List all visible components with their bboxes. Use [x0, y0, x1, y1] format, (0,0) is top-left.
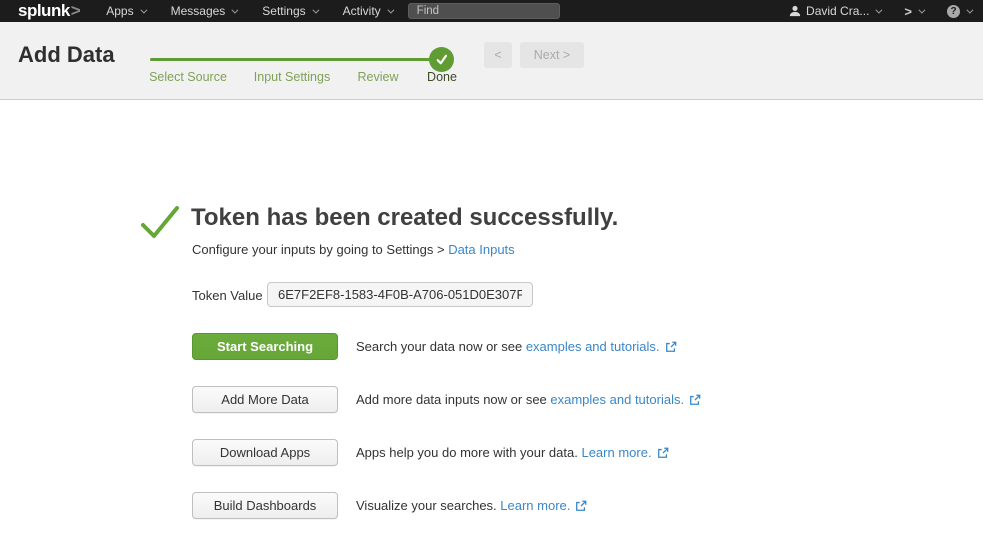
user-name: David Cra... — [806, 4, 869, 18]
download-apps-button[interactable]: Download Apps — [192, 439, 338, 466]
configure-subtext-prefix: Configure your inputs by going to Settin… — [192, 242, 448, 257]
external-link-icon — [657, 447, 669, 459]
help-menu[interactable]: ? — [947, 5, 971, 18]
chevron-down-icon — [312, 6, 319, 13]
chevron-down-icon — [966, 6, 973, 13]
action-row-build-dashboards: Build Dashboards Visualize your searches… — [192, 492, 892, 519]
external-link-icon — [689, 394, 701, 406]
user-icon — [789, 5, 801, 17]
nav-menu-activity[interactable]: Activity — [343, 4, 392, 18]
token-value-input[interactable] — [267, 282, 533, 307]
success-check-icon — [139, 203, 181, 241]
token-value-label: Token Value — [192, 288, 263, 303]
splunk-logo[interactable]: splunk > — [18, 1, 80, 21]
nav-menu-settings[interactable]: Settings — [262, 4, 316, 18]
step-input-settings: Input Settings — [254, 70, 330, 84]
examples-tutorials-link[interactable]: examples and tutorials. — [550, 392, 684, 407]
chevron-down-icon — [387, 6, 394, 13]
examples-tutorials-link[interactable]: examples and tutorials. — [526, 339, 660, 354]
nav-menu-apps[interactable]: Apps — [106, 4, 144, 18]
chevron-down-icon — [140, 6, 147, 13]
step-select-source: Select Source — [149, 70, 227, 84]
prev-button[interactable]: < — [484, 42, 512, 68]
learn-more-link[interactable]: Learn more. — [581, 445, 651, 460]
action-text: Apps help you do more with your data. — [356, 445, 581, 460]
action-row-add-more-data: Add More Data Add more data inputs now o… — [192, 386, 892, 413]
action-text: Add more data inputs now or see — [356, 392, 550, 407]
splunk-logo-chevron: > — [71, 1, 80, 21]
find-input[interactable] — [408, 3, 560, 19]
topbar-right: David Cra... > ? — [789, 4, 971, 19]
action-row-start-searching: Start Searching Search your data now or … — [192, 333, 892, 360]
chevron-down-icon — [232, 6, 239, 13]
add-more-data-button[interactable]: Add More Data — [192, 386, 338, 413]
step-done: Done — [427, 70, 457, 84]
nav-menu-apps-label: Apps — [106, 4, 133, 18]
step-review: Review — [358, 70, 399, 84]
stepper-progress-line — [150, 58, 438, 61]
nav-menu-messages-label: Messages — [171, 4, 226, 18]
console-icon: > — [904, 4, 912, 19]
top-navbar: splunk > Apps Messages Settings Activity — [0, 0, 983, 22]
page-title: Add Data — [18, 42, 115, 68]
external-link-icon — [575, 500, 587, 512]
done-check-icon — [429, 47, 454, 72]
splunk-logo-text: splunk — [18, 1, 70, 21]
page: splunk > Apps Messages Settings Activity — [0, 0, 983, 539]
nav-menu-activity-label: Activity — [343, 4, 381, 18]
action-text: Visualize your searches. — [356, 498, 500, 513]
external-link-icon — [665, 341, 677, 353]
nav-menu-messages[interactable]: Messages — [171, 4, 237, 18]
action-description: Add more data inputs now or see examples… — [356, 392, 701, 407]
console-menu[interactable]: > — [904, 4, 923, 19]
page-header: Add Data Select Source Input Settings Re… — [0, 22, 983, 100]
configure-subtext: Configure your inputs by going to Settin… — [192, 242, 515, 257]
data-inputs-link[interactable]: Data Inputs — [448, 242, 515, 257]
build-dashboards-button[interactable]: Build Dashboards — [192, 492, 338, 519]
action-description: Apps help you do more with your data. Le… — [356, 445, 669, 460]
learn-more-link[interactable]: Learn more. — [500, 498, 570, 513]
start-searching-button[interactable]: Start Searching — [192, 333, 338, 360]
action-description: Visualize your searches. Learn more. — [356, 498, 587, 513]
user-menu[interactable]: David Cra... — [789, 4, 880, 18]
success-title: Token has been created successfully. — [191, 204, 618, 232]
help-icon: ? — [947, 5, 960, 18]
action-text: Search your data now or see — [356, 339, 526, 354]
action-row-download-apps: Download Apps Apps help you do more with… — [192, 439, 892, 466]
chevron-down-icon — [918, 6, 925, 13]
nav-menu-settings-label: Settings — [262, 4, 305, 18]
chevron-down-icon — [876, 6, 883, 13]
next-button[interactable]: Next > — [520, 42, 584, 68]
action-description: Search your data now or see examples and… — [356, 339, 677, 354]
